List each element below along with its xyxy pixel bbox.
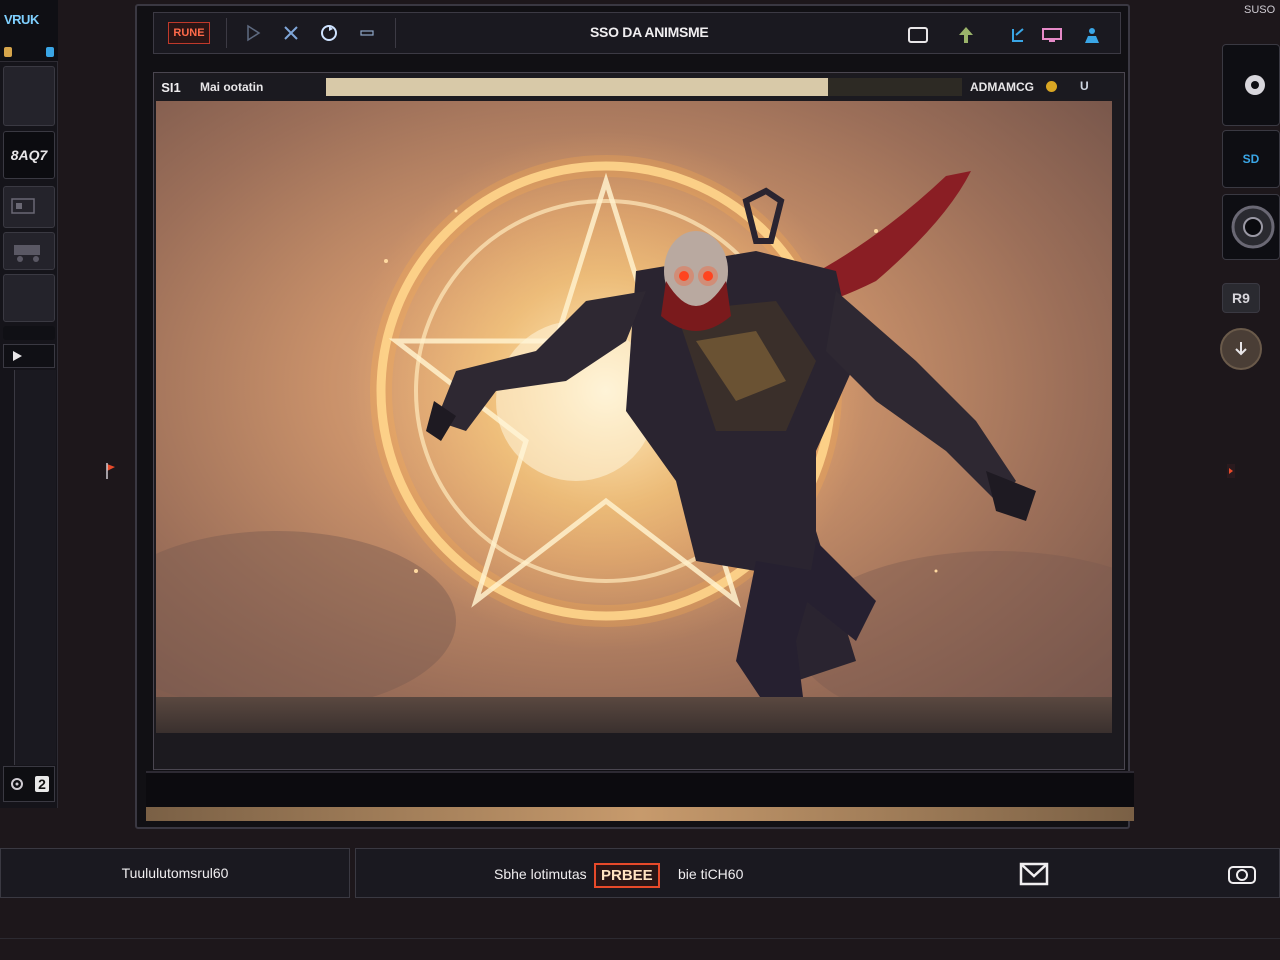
monitor-icon [1042, 28, 1062, 42]
status-badge[interactable]: PRBEE [594, 863, 660, 888]
timeline-track[interactable] [146, 807, 1134, 821]
camera-icon [1228, 866, 1256, 884]
timeline-scrubber[interactable] [326, 78, 962, 96]
arrow-up-icon [959, 27, 973, 43]
rail-slot-3[interactable] [3, 232, 55, 270]
viewer-timeline-shelf[interactable] [146, 771, 1134, 821]
tool-mode-button[interactable]: RUNE [168, 22, 210, 44]
artwork-scene [156, 131, 1112, 731]
rail-slot-1[interactable] [3, 66, 55, 126]
viewer-header: SI1 Mai ootatin ADMAMCG U [156, 75, 1122, 99]
frame-square-icon [908, 27, 928, 43]
right-panel-code: R9 [1232, 290, 1250, 306]
status-mid-text-2: bie tiCH60 [678, 866, 744, 882]
download-icon [1235, 342, 1247, 356]
monitor-button[interactable] [1040, 23, 1064, 47]
camera-button[interactable] [1226, 860, 1256, 888]
rail-header: VRUK [0, 0, 58, 62]
left-tool-rail: VRUK 8AQ7 2 [0, 0, 58, 808]
right-code-slot[interactable]: R9 [1222, 283, 1260, 313]
right-panel-label: SD [1242, 152, 1260, 166]
footer-divider [0, 938, 1280, 939]
rotate-icon [321, 25, 337, 41]
status-mid: Sbhe lotimutas PRBEE bie tiCH60 [355, 848, 1280, 898]
pointer-button[interactable] [954, 23, 978, 47]
rail-count-badge[interactable]: 2 [35, 776, 49, 792]
right-tool-panel: SD R9 [1218, 40, 1280, 380]
record-indicator-icon [1046, 81, 1057, 92]
move-arrows-icon [284, 26, 298, 40]
envelope-icon [1019, 862, 1049, 886]
lens-ring-icon [1231, 205, 1275, 249]
clip-name: Mai ootatin [200, 80, 264, 94]
camera-lens-icon [1245, 75, 1265, 95]
frame-button[interactable] [906, 23, 930, 47]
export-button[interactable] [1006, 23, 1030, 47]
rail-play-button[interactable] [3, 344, 55, 368]
rail-slot-label[interactable]: 8AQ7 [3, 131, 55, 179]
status-left: Tuululutomsrul60 [0, 848, 350, 898]
link-icon [360, 30, 374, 36]
truck-thumbnail-icon [14, 245, 40, 262]
rail-track[interactable] [14, 370, 56, 765]
right-lens-slot[interactable] [1222, 194, 1280, 260]
status-left-text: Tuululutomsrul60 [121, 865, 229, 881]
render-canvas[interactable] [156, 101, 1112, 733]
media-viewer: SI1 Mai ootatin ADMAMCG U [146, 72, 1134, 821]
toolbar-divider [226, 18, 227, 48]
viewer-status-label: ADMAMCG [970, 80, 1034, 94]
red-marker-icon[interactable] [1226, 462, 1236, 480]
play-icon [13, 351, 22, 361]
rail-bottom-controls: 2 [3, 766, 55, 802]
mail-button[interactable] [1019, 860, 1049, 888]
snap-button[interactable] [355, 21, 379, 45]
timeline-progress-fill [326, 78, 829, 96]
right-label-slot[interactable]: SD [1222, 130, 1280, 188]
play-outline-icon [247, 24, 261, 42]
user-button[interactable] [1080, 23, 1104, 47]
rail-slot-2[interactable] [3, 186, 55, 228]
right-dial-button[interactable] [1220, 328, 1262, 370]
settings-icon[interactable] [9, 776, 25, 792]
brand-label: VRUK [4, 12, 39, 27]
transform-button[interactable] [279, 21, 303, 45]
right-camera-slot[interactable] [1222, 44, 1280, 126]
rail-slot-strip [3, 326, 55, 340]
canvas-floor-band [156, 697, 1112, 733]
folder-icon[interactable] [4, 47, 12, 57]
layers-icon[interactable] [46, 47, 54, 57]
viewer-end-button[interactable]: U [1080, 79, 1089, 93]
window-title: SSO DA ANIMSME [590, 24, 709, 40]
corner-label: SUSO [1244, 4, 1276, 16]
export-icon [1012, 28, 1024, 42]
main-window: RUNE SSO DA ANIMSME SI1 Mai ootatin ADMA… [135, 4, 1134, 829]
rail-mini-controls [4, 44, 54, 60]
person-icon [1085, 28, 1099, 43]
rail-slot-4[interactable] [3, 274, 55, 322]
main-toolbar: RUNE SSO DA ANIMSME [153, 12, 1121, 54]
status-bar: Tuululutomsrul60 Sbhe lotimutas PRBEE bi… [0, 848, 1280, 898]
flag-marker-icon[interactable] [106, 462, 116, 480]
grid-thumbnail-icon [11, 198, 35, 214]
clip-id: SI1 [161, 79, 181, 95]
toolbar-divider-2 [395, 18, 396, 48]
status-mid-text: Sbhe lotimutas [494, 866, 587, 882]
rotate-button[interactable] [317, 21, 341, 45]
play-button[interactable] [241, 21, 265, 45]
